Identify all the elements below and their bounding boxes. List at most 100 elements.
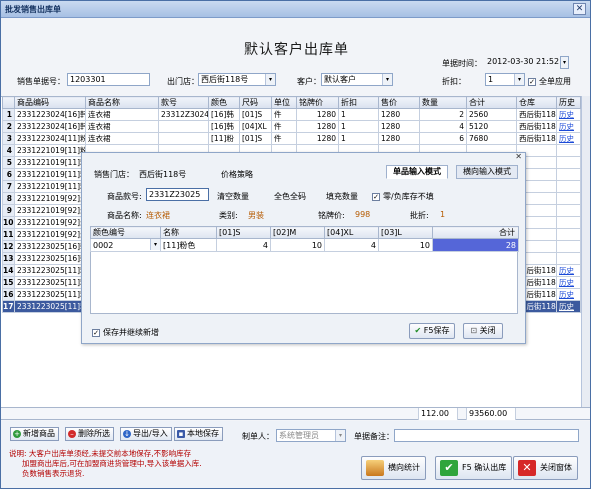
cell-history[interactable]: 历史: [556, 120, 581, 133]
cell-code[interactable]: 2331223025[16]韩: [14, 240, 86, 253]
header-name[interactable]: 商品名称: [85, 96, 159, 109]
all-apply-checkbox[interactable]: ✓ 全单应用: [528, 76, 571, 87]
cell-price[interactable]: 1280: [378, 132, 420, 145]
cell-code[interactable]: 2331223024[16]韩: [14, 120, 86, 133]
cell-code[interactable]: 2331223025[11]粉: [14, 264, 86, 277]
zero-stock-checkbox[interactable]: ✓ 零/负库存不填: [372, 191, 434, 202]
cell-warehouse[interactable]: 西后街118号: [516, 120, 557, 133]
cell-list-price[interactable]: 1280: [296, 132, 339, 145]
header-color[interactable]: 颜色: [208, 96, 240, 109]
table-row[interactable]: 1 2331223024[16]韩 连衣裙 23312Z3024 [16]韩 [01]S 件…: [2, 108, 581, 121]
cell-history[interactable]: [556, 204, 581, 217]
cell-color[interactable]: [16]韩: [208, 108, 240, 121]
doc-time-field[interactable]: 2012-03-30 21:52 ▾: [485, 56, 569, 69]
header-qty[interactable]: 数量: [419, 96, 467, 109]
cell-code[interactable]: 2331221019[11]粉: [14, 168, 86, 181]
cell-history[interactable]: [556, 252, 581, 265]
cell-code[interactable]: 2331221019[92]米: [14, 216, 86, 229]
cell-qty[interactable]: 2: [419, 108, 467, 121]
cell-history[interactable]: [556, 192, 581, 205]
cell-style[interactable]: 23312Z3024: [158, 108, 209, 121]
horizontal-stats-button[interactable]: 横向统计: [361, 456, 426, 480]
cell-history[interactable]: [556, 144, 581, 157]
customer-select[interactable]: 默认客户 ▾: [321, 73, 393, 86]
cell-code[interactable]: 2331221019[92]米: [14, 192, 86, 205]
cell-code[interactable]: 2331223025[11]粉: [14, 276, 86, 289]
cell-unit[interactable]: 件: [271, 132, 297, 145]
cell-color[interactable]: [16]韩: [208, 120, 240, 133]
qty-s-cell[interactable]: 4: [216, 238, 271, 252]
row-number[interactable]: 14: [2, 264, 15, 277]
header-style[interactable]: 款号: [158, 96, 209, 109]
discount-dropdown-icon[interactable]: ▾: [514, 74, 524, 85]
cell-price[interactable]: 1280: [378, 120, 420, 133]
row-number[interactable]: 4: [2, 144, 15, 157]
cell-history[interactable]: [556, 156, 581, 169]
cell-history[interactable]: 历史: [556, 264, 581, 277]
customer-dropdown-icon[interactable]: ▾: [382, 74, 392, 85]
cell-history[interactable]: [556, 228, 581, 241]
table-row[interactable]: 3 2331223024[11]粉 连衣裙 [11]粉 [01]S 件 1280 1 1280 6…: [2, 132, 581, 145]
row-number[interactable]: 12: [2, 240, 15, 253]
cell-code[interactable]: 2331221019[92]米: [14, 228, 86, 241]
header-unit[interactable]: 单位: [271, 96, 297, 109]
table-row[interactable]: 2 2331223024[16]韩 连衣裙 [16]韩 [04]XL 件 1280 1 1280…: [2, 120, 581, 133]
cell-qty[interactable]: 6: [419, 132, 467, 145]
row-number[interactable]: 15: [2, 276, 15, 289]
confirm-outbound-button[interactable]: ✔ F5 确认出库: [435, 456, 513, 480]
tab-horizontal-input[interactable]: 横向输入模式: [456, 165, 518, 179]
cell-code[interactable]: 2331223025[11]粉: [14, 288, 86, 301]
row-number[interactable]: 6: [2, 168, 15, 181]
fill-qty-button[interactable]: 填充数量: [326, 191, 358, 202]
popup-close-icon[interactable]: ✕: [515, 152, 522, 161]
row-number[interactable]: 5: [2, 156, 15, 169]
export-import-button[interactable]: ↓ 导出/导入: [120, 427, 172, 441]
style-no-input[interactable]: 2331Z23025: [146, 188, 209, 201]
cell-name[interactable]: 连衣裙: [85, 132, 159, 145]
header-history[interactable]: 历史: [556, 96, 581, 109]
cell-history[interactable]: [556, 216, 581, 229]
order-no-field[interactable]: 1203301: [67, 73, 150, 86]
clear-qty-button[interactable]: 清空数量: [217, 191, 249, 202]
cell-list-price[interactable]: 1280: [296, 108, 339, 121]
header-price[interactable]: 售价: [378, 96, 420, 109]
cell-size[interactable]: [01]S: [239, 108, 272, 121]
cell-list-price[interactable]: 1280: [296, 120, 339, 133]
cell-code[interactable]: 2331221019[11]粉: [14, 156, 86, 169]
store-dropdown-icon[interactable]: ▾: [265, 74, 275, 85]
cell-history[interactable]: [556, 240, 581, 253]
cell-history[interactable]: 历史: [556, 132, 581, 145]
cell-unit[interactable]: 件: [271, 108, 297, 121]
cell-qty[interactable]: 4: [419, 120, 467, 133]
cell-history[interactable]: 历史: [556, 300, 581, 313]
popup-save-button[interactable]: ✔ F5保存: [409, 323, 455, 339]
cell-warehouse[interactable]: 西后街118号: [516, 108, 557, 121]
header-total[interactable]: 合计: [466, 96, 517, 109]
cell-name[interactable]: 连衣裙: [85, 108, 159, 121]
cell-code[interactable]: 2331223024[11]粉: [14, 132, 86, 145]
doc-time-dropdown-icon[interactable]: ▾: [560, 56, 569, 69]
store-select[interactable]: 西后街118号 ▾: [198, 73, 276, 86]
cell-size[interactable]: [01]S: [239, 132, 272, 145]
delete-selected-button[interactable]: – 删除所选: [65, 427, 114, 441]
cell-history[interactable]: [556, 168, 581, 181]
popup-close-button[interactable]: ⊡ 关闭: [463, 323, 503, 339]
cell-code[interactable]: 2331223025[11]粉: [14, 300, 86, 313]
color-code-cell[interactable]: 0002 ▾: [90, 238, 161, 252]
window-close-icon[interactable]: ✕: [573, 3, 586, 15]
qty-xl-cell[interactable]: 4: [324, 238, 379, 252]
row-number[interactable]: 7: [2, 180, 15, 193]
color-code-dropdown-icon[interactable]: ▾: [150, 239, 160, 250]
row-number[interactable]: 8: [2, 192, 15, 205]
header-list-price[interactable]: 铭牌价: [296, 96, 339, 109]
row-number[interactable]: 13: [2, 252, 15, 265]
cell-style[interactable]: [158, 132, 209, 145]
cell-history[interactable]: 历史: [556, 108, 581, 121]
row-number[interactable]: 2: [2, 120, 15, 133]
row-number[interactable]: 1: [2, 108, 15, 121]
tab-single-input[interactable]: 单品输入模式: [386, 165, 448, 179]
cell-name[interactable]: 连衣裙: [85, 120, 159, 133]
cell-color[interactable]: [11]粉: [208, 132, 240, 145]
save-continue-checkbox[interactable]: ✓ 保存并继续新增: [92, 327, 159, 338]
cell-total[interactable]: 7680: [466, 132, 517, 145]
